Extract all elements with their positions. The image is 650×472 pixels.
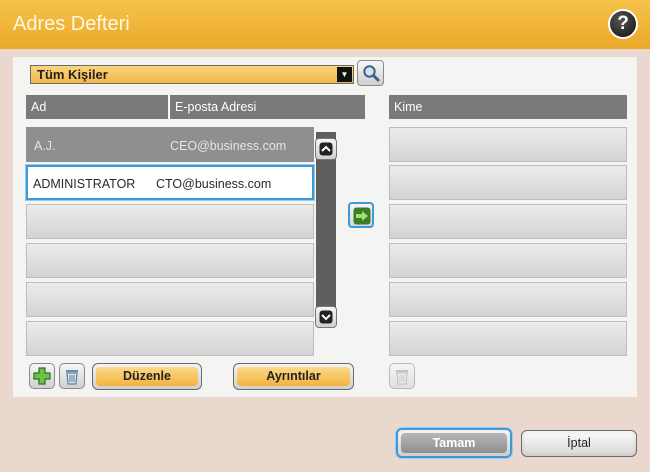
chevron-up-icon [319, 142, 333, 156]
cancel-button-label: İptal [525, 434, 633, 453]
title-bar: Adres Defteri ? [0, 0, 650, 49]
arrow-right-icon [353, 207, 371, 225]
recipient-row-empty[interactable] [389, 204, 627, 239]
remove-recipient-button[interactable] [389, 363, 415, 389]
search-button[interactable] [357, 60, 384, 86]
chevron-down-icon: ▼ [337, 67, 352, 82]
column-header-email: E-posta Adresi [169, 95, 365, 119]
ok-button[interactable]: Tamam [396, 428, 512, 458]
trash-icon [66, 370, 78, 385]
contact-row-empty[interactable] [26, 204, 314, 239]
details-button[interactable]: Ayrıntılar [233, 363, 354, 390]
chevron-down-icon [319, 310, 333, 324]
recipient-row-empty[interactable] [389, 165, 627, 200]
scroll-up-button[interactable] [315, 138, 337, 160]
plus-icon [33, 367, 51, 385]
contact-row-empty[interactable] [26, 282, 314, 317]
contact-row-selected[interactable]: ADMINISTRATOR CTO@business.com [26, 165, 314, 200]
trash-icon [396, 370, 408, 385]
help-button[interactable]: ? [608, 9, 638, 39]
delete-contact-button[interactable] [59, 363, 85, 389]
contact-email: CEO@business.com [170, 139, 287, 153]
contact-filter-dropdown[interactable]: Tüm Kişiler ▼ [30, 65, 354, 84]
add-contact-button[interactable] [29, 363, 55, 389]
page-title: Adres Defteri [13, 13, 130, 35]
contact-name: A.J. [34, 139, 56, 153]
question-circle-icon: ? [617, 13, 629, 34]
add-to-recipients-button[interactable] [348, 202, 374, 228]
recipient-row-empty[interactable] [389, 127, 627, 162]
search-icon [363, 65, 380, 82]
contact-email: CTO@business.com [156, 177, 272, 191]
cancel-button[interactable]: İptal [521, 430, 637, 457]
dropdown-selected-value: Tüm Kişiler [37, 67, 108, 82]
edit-button[interactable]: Düzenle [92, 363, 202, 390]
details-button-label: Ayrıntılar [237, 367, 350, 386]
column-header-recipients: Kime [389, 95, 627, 119]
contact-row[interactable]: A.J. CEO@business.com [26, 127, 314, 162]
recipient-row-empty[interactable] [389, 321, 627, 356]
contact-row-empty[interactable] [26, 243, 314, 278]
scroll-down-button[interactable] [315, 306, 337, 328]
column-header-name: Ad [26, 95, 168, 119]
address-book-panel: Tüm Kişiler ▼ Ad E-posta Adresi Kime A.J… [13, 57, 637, 397]
ok-button-label: Tamam [401, 433, 507, 453]
edit-button-label: Düzenle [96, 367, 198, 386]
contact-row-empty[interactable] [26, 321, 314, 356]
recipient-row-empty[interactable] [389, 243, 627, 278]
contact-name: ADMINISTRATOR [33, 177, 136, 191]
recipient-row-empty[interactable] [389, 282, 627, 317]
